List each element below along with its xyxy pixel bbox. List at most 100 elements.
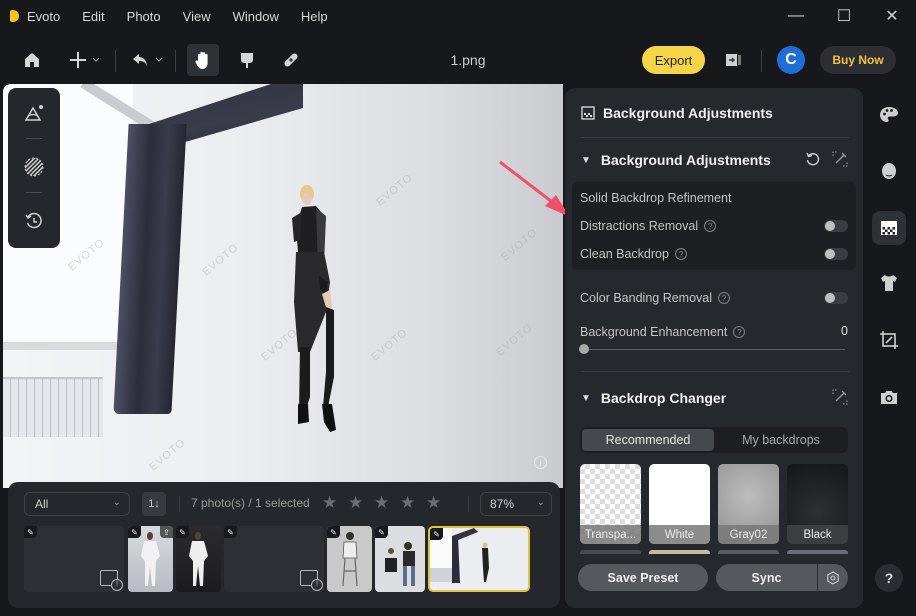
tab-my-backdrops[interactable]: My backdrops [716,429,846,451]
star-icon[interactable]: ★ [348,493,374,513]
star-icon[interactable]: ★ [400,493,426,513]
backdrop-tile-partial[interactable] [580,550,641,554]
menu-photo[interactable]: Photo [127,9,161,24]
clean-backdrop-toggle[interactable] [824,248,848,260]
backdrop-tabs: Recommended My backdrops [580,427,848,453]
export-button[interactable]: Export [642,46,705,74]
rail-clothing-button[interactable] [872,266,906,300]
background-icon [881,221,897,235]
menu-edit[interactable]: Edit [82,9,104,24]
save-preset-button[interactable]: Save Preset [578,564,708,591]
background-icon [581,106,595,120]
backdrop-tile-partial[interactable] [787,550,848,554]
photo-count: 7 photo(s) / 1 selected [191,496,310,510]
missing-image-icon [100,570,123,591]
missing-image-icon [300,570,323,591]
chevron-down-icon: ⌄ [112,497,121,508]
menu-bar: Evoto Edit Photo View Window Help [27,9,350,24]
clean-backdrop-row: Clean Backdrop ? [580,247,687,261]
star-icon[interactable]: ★ [426,493,452,513]
batch-edit-button[interactable] [831,150,849,168]
menu-help[interactable]: Help [301,9,328,24]
section-background-adjustments[interactable]: ▼ Background Adjustments [581,152,771,168]
option-label: Clean Backdrop [580,247,669,261]
scene-button[interactable] [8,96,60,130]
watermark: EVOTO [147,436,189,474]
backdrop-tile-partial[interactable] [718,550,779,554]
watermark: EVOTO [499,226,541,264]
compare-panel-button[interactable] [722,44,744,76]
backdrop-label: Transpa... [580,525,641,544]
thumbnail[interactable]: ✎ [224,526,324,592]
enhancement-slider-handle[interactable] [579,344,589,354]
image-info-icon[interactable]: i [534,456,547,469]
sort-button[interactable]: 1↓ [142,492,166,516]
reset-icon [806,152,820,166]
rail-face-button[interactable] [872,155,906,189]
star-icon[interactable]: ★ [374,493,400,513]
option-label: Background Enhancement [580,325,728,339]
help-icon[interactable]: ? [733,326,746,338]
toolbar: 1.png Export C Buy Now [0,36,916,84]
thumbnail-photo [430,528,489,583]
photo-canvas[interactable]: EVOTO EVOTO EVOTO EVOTO EVOTO EVOTO EVOT… [3,84,563,488]
menu-evoto[interactable]: Evoto [27,9,60,24]
thumbnail-selected[interactable]: ✎ [428,526,530,592]
thumbnail[interactable]: ✎ [176,526,221,592]
color-banding-toggle[interactable] [824,292,848,304]
filmstrip-divider [179,496,180,512]
backdrop-label: Gray02 [718,525,779,544]
backdrop-transparent[interactable]: Transpa... [580,464,641,544]
menu-window[interactable]: Window [233,9,279,24]
help-icon[interactable]: ? [674,248,687,260]
palette-icon [880,107,898,122]
batch-edit-button[interactable] [831,388,849,406]
help-icon[interactable]: ? [718,292,731,304]
thumbnail[interactable]: ✎ ⇪ [128,526,173,592]
rail-palette-button[interactable] [872,98,906,132]
mask-brush-button[interactable] [8,150,60,184]
help-button[interactable]: ? [875,564,903,592]
solid-backdrop-group: Solid Backdrop Refinement Distractions R… [572,182,856,270]
edited-pencil-icon: ✎ [224,526,237,538]
backdrop-gray02[interactable]: Gray02 [718,464,779,544]
backdrop-label: Black [787,525,848,544]
edited-pencil-icon: ✎ [176,526,189,538]
user-avatar[interactable]: C [777,46,805,74]
rail-crop-button[interactable] [872,323,906,357]
star-icon[interactable]: ★ [322,493,348,513]
section-backdrop-changer[interactable]: ▼ Backdrop Changer [581,390,726,406]
option-label: Color Banding Removal [580,291,713,305]
crop-icon [880,331,898,349]
close-button[interactable]: ✕ [868,0,916,32]
rail-background-button[interactable] [872,211,906,245]
upload-icon: ⇪ [160,526,173,538]
thumbnail[interactable]: ✎ [24,526,124,592]
sort-icon: 1↓ [148,498,160,510]
thumbnail[interactable]: ✎ [327,526,372,592]
backdrop-label: White [649,525,710,544]
backdrop-white[interactable]: White [649,464,710,544]
enhancement-slider-track[interactable] [583,349,845,350]
canvas-tool-palette [8,88,60,248]
distractions-removal-toggle[interactable] [824,220,848,232]
minimize-button[interactable]: — [772,0,820,32]
subgroup-title: Solid Backdrop Refinement [580,191,732,205]
sync-button[interactable]: Sync [716,564,817,591]
history-button[interactable] [8,204,60,238]
rail-camera-button[interactable] [872,380,906,414]
buy-now-button[interactable]: Buy Now [820,46,896,74]
reset-button[interactable] [804,150,822,168]
thumbnail[interactable]: ✎ [375,526,425,592]
filter-dropdown[interactable]: All ⌄ [24,492,130,516]
maximize-button[interactable]: ☐ [820,0,868,32]
backdrop-tile-partial[interactable] [649,550,710,554]
photo-window-sill [3,342,123,350]
backdrop-black[interactable]: Black [787,464,848,544]
watermark: EVOTO [494,321,536,359]
sync-settings-button[interactable] [817,564,848,591]
zoom-dropdown[interactable]: 87% ⌄ [480,492,552,516]
tab-recommended[interactable]: Recommended [582,429,714,451]
menu-view[interactable]: View [183,9,211,24]
help-icon[interactable]: ? [704,220,717,232]
